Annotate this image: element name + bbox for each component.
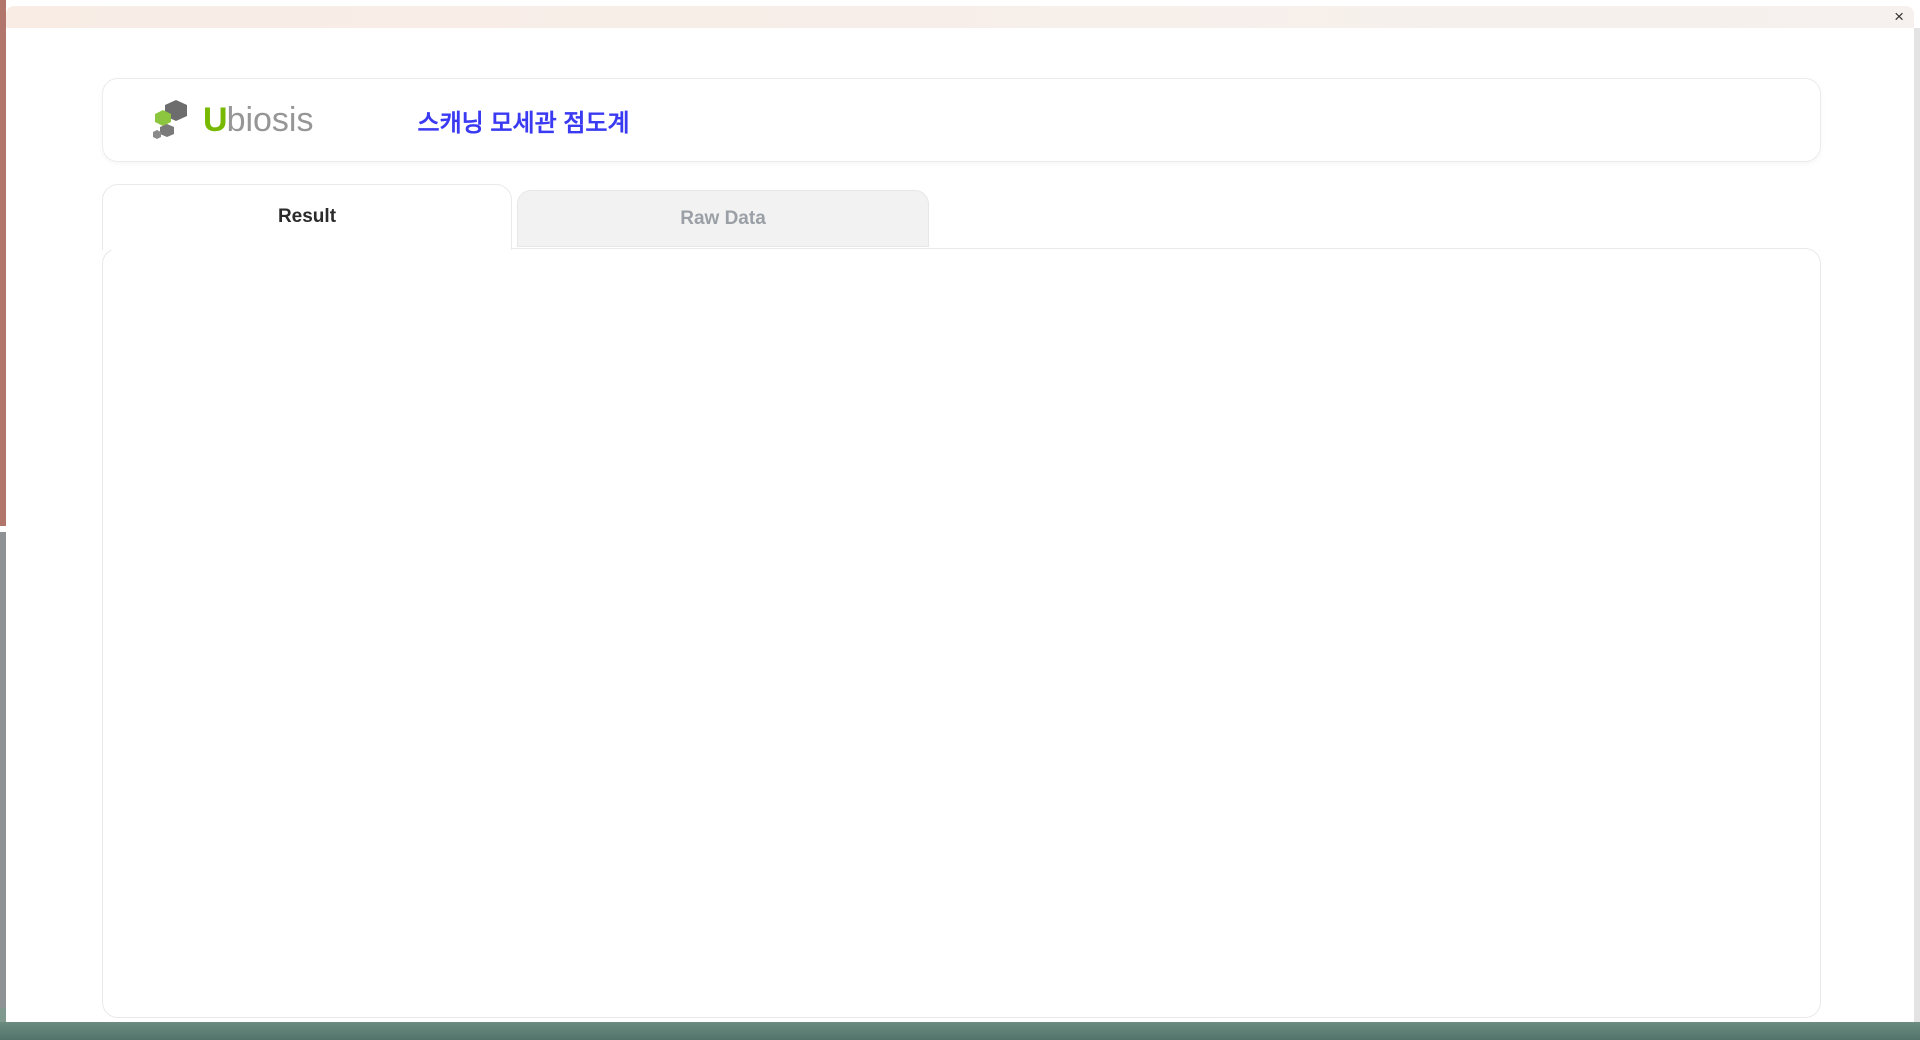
window-titlebar: × [6,6,1914,28]
logo-text-biosis: biosis [226,100,314,139]
desktop-edge-right [1914,28,1920,1022]
tab-result[interactable]: Result [102,184,512,250]
desktop-bottom-bar [0,1022,1920,1040]
app-title: 스캐닝 모세관 점도계 [417,109,630,137]
result-panel [102,248,1821,1018]
hexagon-logo-icon [153,100,187,139]
logo-text-u: U [203,100,228,139]
close-button[interactable]: × [1894,7,1904,27]
ubiosis-logo: Ubiosis [149,98,314,142]
header: Ubiosis 스캐닝 모세관 점도계 [102,78,1821,162]
tab-raw-data[interactable]: Raw Data [517,190,929,247]
